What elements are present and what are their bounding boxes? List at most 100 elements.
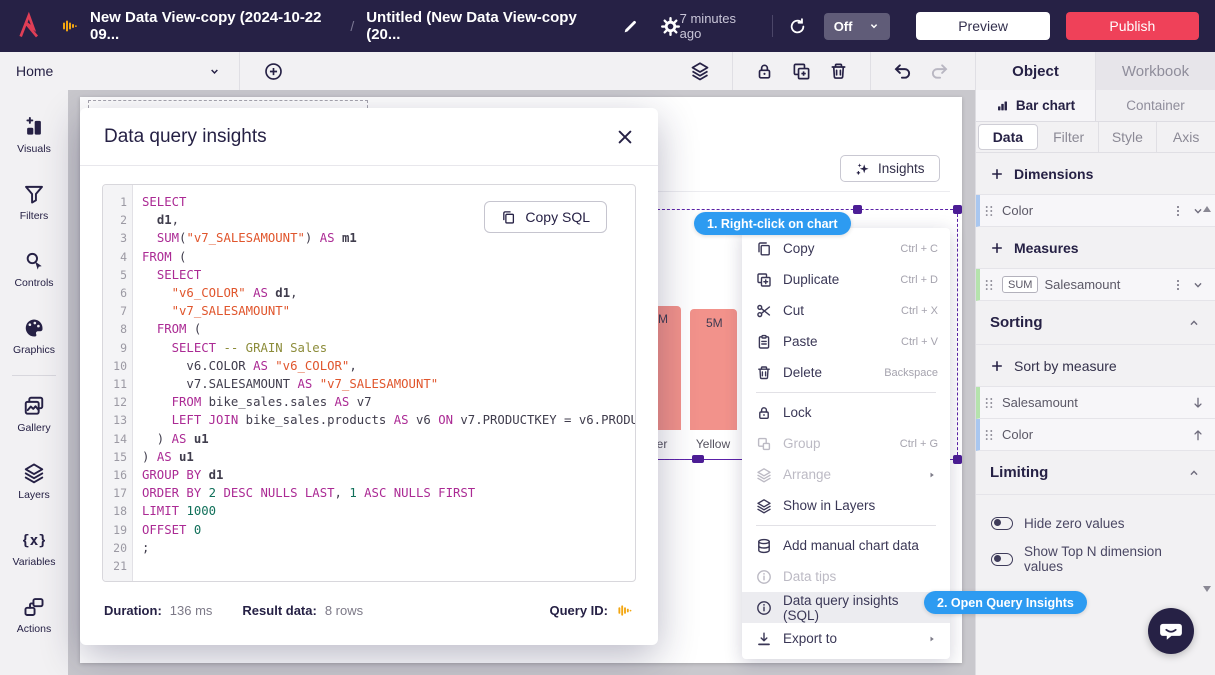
selection-handle[interactable]: [853, 205, 862, 214]
selection-handle[interactable]: [953, 455, 962, 464]
chart-context-menu: CopyCtrl + CDuplicateCtrl + DCutCtrl + X…: [742, 228, 950, 659]
sql-code: SELECT d1, SUM("v7_SALESAMOUNT") AS m1FR…: [133, 185, 635, 581]
show-top-n-toggle[interactable]: [991, 553, 1013, 566]
drag-handle-icon[interactable]: [982, 396, 996, 410]
close-icon[interactable]: [616, 128, 634, 146]
sidebar-item-graphics[interactable]: Graphics: [0, 303, 68, 370]
tab-bar-chart[interactable]: Bar chart: [976, 90, 1095, 121]
preview-button[interactable]: Preview: [916, 12, 1049, 40]
tab-style[interactable]: Style: [1099, 122, 1158, 152]
edit-title-pencil-icon[interactable]: [622, 18, 639, 35]
tab-axis[interactable]: Axis: [1157, 122, 1215, 152]
sidebar-divider: [12, 375, 56, 376]
info-icon: [756, 600, 772, 616]
breadcrumb-dataset[interactable]: New Data View-copy (2024-10-22 09...: [90, 9, 338, 43]
sidebar-item-actions[interactable]: Actions: [0, 582, 68, 649]
duplicate-toolbar-icon[interactable]: [792, 62, 811, 81]
selection-handle[interactable]: [953, 205, 962, 214]
dimension-label: Color: [1002, 203, 1033, 218]
menu-item-lock[interactable]: Lock: [742, 397, 950, 428]
modal-header: Data query insights: [80, 108, 658, 166]
chevron-up-icon[interactable]: [1187, 316, 1201, 330]
trash-toolbar-icon[interactable]: [829, 62, 848, 81]
sidebar-item-gallery[interactable]: Gallery: [0, 381, 68, 448]
sort-row-salesamount[interactable]: Salesamount: [976, 387, 1215, 419]
add-sort-by-measure-button[interactable]: Sort by measure: [976, 345, 1215, 387]
line-number: 7: [103, 302, 127, 320]
menu-item-shortcut: Ctrl + X: [901, 305, 938, 317]
sql-line: GROUP BY d1: [142, 466, 627, 484]
add-measures-button[interactable]: Measures: [976, 227, 1215, 269]
line-number: 20: [103, 539, 127, 557]
panel-scroll-down-arrow[interactable]: [1203, 586, 1211, 592]
menu-item-export-to[interactable]: Export to: [742, 623, 950, 654]
result-data-value: 8 rows: [325, 603, 363, 618]
insights-button[interactable]: Insights: [840, 155, 940, 182]
sidebar-item-filters[interactable]: Filters: [0, 169, 68, 236]
auto-refresh-dropdown[interactable]: Off: [824, 13, 891, 40]
hide-zero-values-toggle[interactable]: [991, 517, 1013, 530]
menu-item-shortcut: Backspace: [884, 367, 938, 379]
redo-icon[interactable]: [930, 62, 949, 81]
tab-filter[interactable]: Filter: [1040, 122, 1099, 152]
add-dimensions-button[interactable]: Dimensions: [976, 153, 1215, 195]
menu-item-show-in-layers[interactable]: Show in Layers: [742, 490, 950, 521]
menu-item-duplicate[interactable]: DuplicateCtrl + D: [742, 264, 950, 295]
line-number: 1: [103, 193, 127, 211]
result-data-label: Result data:: [242, 603, 316, 618]
tab-container[interactable]: Container: [1095, 90, 1215, 121]
menu-item-data-query-insights-sql[interactable]: Data query insights (SQL): [742, 592, 950, 623]
undo-icon[interactable]: [893, 62, 912, 81]
measures-header: Measures: [1014, 240, 1079, 256]
measure-row-salesamount[interactable]: SUM Salesamount: [976, 269, 1215, 301]
tab-object[interactable]: Object: [975, 52, 1095, 90]
sidebar-item-visuals[interactable]: Visuals: [0, 102, 68, 169]
query-id-label: Query ID:: [549, 603, 608, 618]
plus-icon: [990, 167, 1004, 181]
sort-direction-up-icon[interactable]: [1191, 428, 1205, 442]
screen-selector[interactable]: Home: [0, 52, 240, 90]
add-screen-plus-icon[interactable]: [264, 62, 283, 81]
sort-direction-down-icon[interactable]: [1191, 396, 1205, 410]
measure-label: Salesamount: [1044, 277, 1120, 292]
aggregation-chip[interactable]: SUM: [1002, 276, 1038, 293]
chat-launcher-button[interactable]: [1148, 608, 1194, 654]
settings-gear-icon[interactable]: [661, 17, 680, 36]
copy-sql-button[interactable]: Copy SQL: [484, 201, 607, 233]
sidebar-item-controls[interactable]: Controls: [0, 236, 68, 303]
sidebar-item-layers[interactable]: Layers: [0, 448, 68, 515]
menu-item-cut[interactable]: CutCtrl + X: [742, 295, 950, 326]
kebab-menu-icon[interactable]: [1171, 278, 1185, 292]
sidebar-item-label: Controls: [14, 277, 53, 289]
sql-line: LEFT JOIN bike_sales.products AS v6 ON v…: [142, 411, 627, 429]
refresh-icon[interactable]: [789, 18, 806, 35]
copy-sql-label: Copy SQL: [525, 209, 590, 225]
sort-row-color[interactable]: Color: [976, 419, 1215, 451]
drag-handle-icon[interactable]: [982, 278, 996, 292]
breadcrumb-page[interactable]: Untitled (New Data View-copy (20...: [366, 9, 599, 43]
sql-line: ORDER BY 2 DESC NULLS LAST, 1 ASC NULLS …: [142, 484, 627, 502]
dimension-row-color[interactable]: Color: [976, 195, 1215, 227]
svg-text:{x}: {x}: [23, 533, 45, 549]
selection-handle[interactable]: [692, 455, 704, 463]
menu-item-paste[interactable]: PasteCtrl + V: [742, 326, 950, 357]
sql-line: ) AS u1: [142, 430, 627, 448]
menu-divider: [756, 525, 936, 526]
lock-toolbar-icon[interactable]: [755, 62, 774, 81]
chevron-down-icon[interactable]: [1191, 278, 1205, 292]
panel-scroll-up-arrow[interactable]: [1203, 206, 1211, 212]
tab-data[interactable]: Data: [978, 124, 1038, 150]
layers-toolbar-icon[interactable]: [690, 61, 710, 81]
menu-item-add-manual-chart-data[interactable]: Add manual chart data: [742, 530, 950, 561]
tab-workbook[interactable]: Workbook: [1095, 52, 1215, 90]
drag-handle-icon[interactable]: [982, 204, 996, 218]
tab-bar-chart-label: Bar chart: [1016, 98, 1075, 113]
menu-item-delete[interactable]: DeleteBackspace: [742, 357, 950, 388]
chevron-up-icon[interactable]: [1187, 466, 1201, 480]
canvas-toolbar: Home: [0, 52, 1215, 90]
kebab-menu-icon[interactable]: [1171, 204, 1185, 218]
menu-item-copy[interactable]: CopyCtrl + C: [742, 233, 950, 264]
drag-handle-icon[interactable]: [982, 428, 996, 442]
sidebar-item-variables[interactable]: {x}Variables: [0, 515, 68, 582]
publish-button[interactable]: Publish: [1066, 12, 1199, 40]
